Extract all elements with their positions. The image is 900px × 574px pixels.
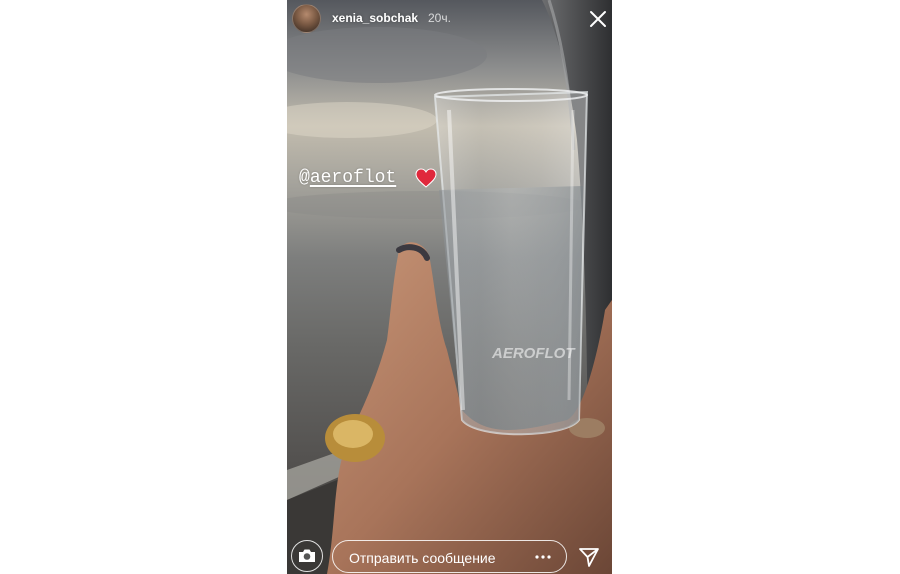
story-viewer[interactable]: AEROFLOT xenia_sobchak 20ч. @aeroflot От… xyxy=(287,0,612,574)
story-header: xenia_sobchak 20ч. xyxy=(287,0,612,40)
close-icon[interactable] xyxy=(588,9,608,29)
message-placeholder: Отправить сообщение xyxy=(349,550,496,566)
heart-icon xyxy=(415,168,437,188)
story-footer: Отправить сообщение xyxy=(287,536,612,574)
glass-print: AEROFLOT xyxy=(491,345,576,362)
camera-icon xyxy=(299,549,315,562)
username[interactable]: xenia_sobchak xyxy=(332,11,418,25)
more-dots-icon[interactable] xyxy=(535,555,551,559)
send-icon[interactable] xyxy=(578,546,600,568)
timestamp: 20ч. xyxy=(428,11,451,25)
camera-button[interactable] xyxy=(291,540,323,572)
send-message-input[interactable]: Отправить сообщение xyxy=(332,540,567,573)
story-photo: AEROFLOT xyxy=(287,0,612,574)
page: AEROFLOT xenia_sobchak 20ч. @aeroflot От… xyxy=(0,0,900,574)
mention-sticker[interactable]: @aeroflot xyxy=(299,168,396,188)
mention-handle[interactable]: aeroflot xyxy=(310,168,396,188)
avatar[interactable] xyxy=(292,4,321,33)
mention-prefix: @ xyxy=(299,168,310,188)
